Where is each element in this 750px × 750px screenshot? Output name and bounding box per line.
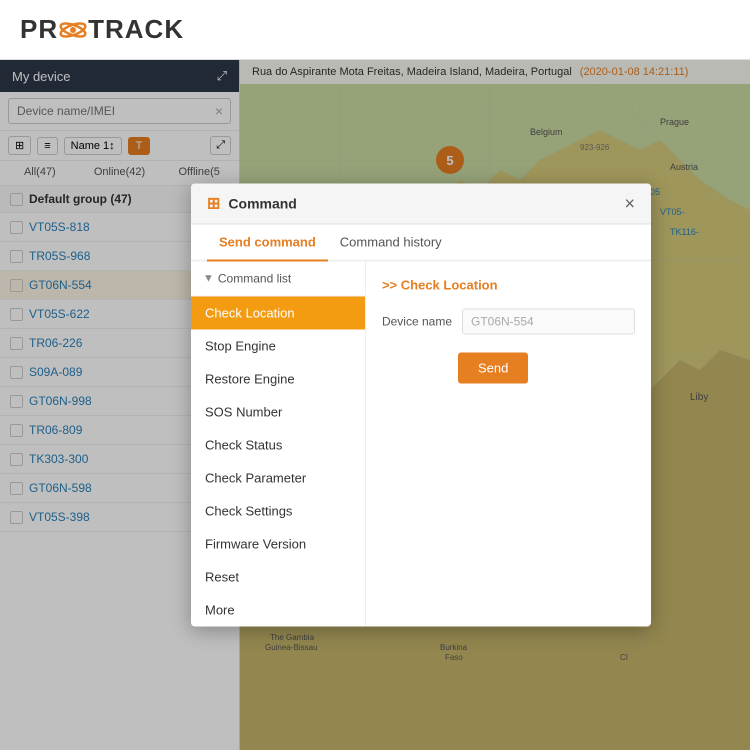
command-list-header: ▼ Command list bbox=[191, 262, 365, 297]
command-item[interactable]: Check Status bbox=[191, 429, 365, 462]
device-name-field: Device name bbox=[382, 309, 635, 335]
device-name-input[interactable] bbox=[462, 309, 635, 335]
send-command-button[interactable]: Send bbox=[458, 353, 528, 384]
modal-header: ⊞ Command × bbox=[191, 184, 651, 225]
command-item[interactable]: Reset bbox=[191, 561, 365, 594]
modal-title: ⊞ Command bbox=[207, 194, 297, 214]
modal-body: ▼ Command list Check LocationStop Engine… bbox=[191, 262, 651, 627]
command-modal: ⊞ Command × Send command Command history… bbox=[191, 184, 651, 627]
modal-tab-bar: Send command Command history bbox=[191, 225, 651, 262]
modal-title-text: Command bbox=[228, 196, 296, 212]
logo-icon bbox=[59, 16, 87, 44]
tab-command-history[interactable]: Command history bbox=[328, 225, 454, 262]
command-item[interactable]: Firmware Version bbox=[191, 528, 365, 561]
command-item[interactable]: Restore Engine bbox=[191, 363, 365, 396]
modal-title-icon: ⊞ bbox=[207, 194, 220, 214]
modal-close-button[interactable]: × bbox=[624, 195, 635, 213]
main-content: My device ⤢ × ⊞ ≡ Name 1↕ T ⤢ All(47) On… bbox=[0, 60, 750, 750]
command-item[interactable]: Check Settings bbox=[191, 495, 365, 528]
topbar: PR TRACK bbox=[0, 0, 750, 60]
logo: PR TRACK bbox=[20, 14, 184, 45]
command-list-panel: ▼ Command list Check LocationStop Engine… bbox=[191, 262, 366, 627]
tab-send-command[interactable]: Send command bbox=[207, 225, 328, 262]
command-item[interactable]: Check Parameter bbox=[191, 462, 365, 495]
device-name-label: Device name bbox=[382, 315, 452, 329]
command-item[interactable]: Check Location bbox=[191, 297, 365, 330]
selected-command-label: >> Check Location bbox=[382, 278, 635, 293]
command-list-label: Command list bbox=[218, 272, 291, 286]
command-item[interactable]: Stop Engine bbox=[191, 330, 365, 363]
command-item[interactable]: More bbox=[191, 594, 365, 627]
command-detail-panel: >> Check Location Device name Send bbox=[366, 262, 651, 627]
command-item[interactable]: SOS Number bbox=[191, 396, 365, 429]
command-list-arrow: ▼ bbox=[203, 273, 214, 285]
